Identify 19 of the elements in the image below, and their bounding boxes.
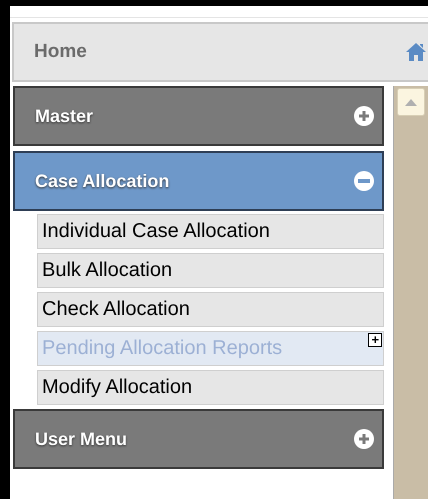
section-label: User Menu [35,428,128,450]
menu-item[interactable]: Individual Case Allocation [37,214,384,249]
collapse-icon [354,171,374,191]
up-arrow-icon [405,98,418,106]
menu-item[interactable]: Check Allocation [37,292,384,327]
menu-item[interactable]: Modify Allocation [37,370,384,405]
scrollbar[interactable] [393,86,428,499]
menu-section-header[interactable]: User Menu [13,409,384,469]
section-label: Master [35,106,94,126]
menu-item[interactable]: Bulk Allocation [37,253,384,288]
menu-section-header[interactable]: Master [13,86,384,146]
home-bar[interactable]: Home [12,22,428,82]
home-label: Home [34,41,87,63]
expand-icon [354,429,374,449]
home-icon [406,43,426,61]
expand-box[interactable]: + [368,333,382,347]
scroll-up-button[interactable] [397,88,425,116]
expand-icon [354,106,374,126]
section-label: Case Allocation [35,170,170,192]
